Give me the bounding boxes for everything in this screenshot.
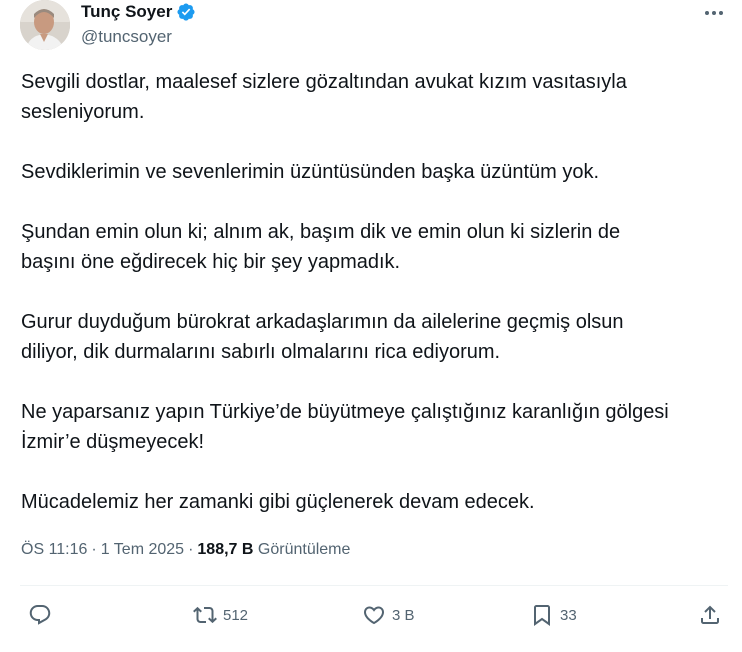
like-count: 3 B	[392, 606, 415, 624]
share-icon	[698, 603, 722, 627]
tweet-paragraph: Ne yaparsanız yapın Türkiye’de büyütmeye…	[21, 401, 669, 453]
tweet-paragraph: Sevgili dostlar, maalesef sizlere gözalt…	[21, 71, 627, 123]
action-bar: 512 3 B 33	[0, 598, 742, 632]
like-icon	[362, 603, 386, 627]
repost-button[interactable]: 512	[193, 598, 248, 632]
repost-count: 512	[223, 606, 249, 624]
tweet-paragraph: Sevdiklerimin ve sevenlerimin üzüntüsünd…	[21, 161, 600, 183]
author-name-row: Tunç Soyer	[81, 2, 196, 22]
bookmark-count: 33	[560, 606, 577, 624]
tweet-paragraph: Gurur duyduğum bürokrat arkadaşlarımın d…	[21, 311, 624, 363]
meta-separator: ·	[188, 541, 194, 558]
views-count: 188,7 B	[197, 541, 254, 558]
meta-separator: ·	[91, 541, 97, 558]
author-handle[interactable]: @tuncsoyer	[81, 27, 172, 47]
bookmark-button[interactable]: 33	[530, 598, 577, 632]
avatar-image	[20, 0, 70, 50]
author-display-name[interactable]: Tunç Soyer	[81, 2, 172, 22]
tweet-paragraph: Mücadelemiz her zamanki gibi güçlenerek …	[21, 491, 535, 513]
bookmark-icon	[530, 603, 554, 627]
tweet-detail: Tunç Soyer @tuncsoyer Sevgili dostlar, m…	[0, 0, 742, 652]
views-label: Görüntüleme	[257, 541, 351, 558]
tweet-meta: ÖS 11:16 · 1 Tem 2025 · 188,7 B Görüntüleme	[21, 540, 350, 560]
tweet-date[interactable]: 1 Tem 2025	[101, 541, 184, 558]
reply-button[interactable]	[28, 598, 52, 632]
verified-badge-icon[interactable]	[176, 2, 196, 22]
tweet-text: Sevgili dostlar, maalesef sizlere gözalt…	[21, 67, 721, 547]
share-button[interactable]	[698, 598, 722, 632]
avatar[interactable]	[20, 0, 70, 50]
repost-icon	[193, 603, 217, 627]
tweet-time[interactable]: ÖS 11:16	[21, 541, 87, 558]
like-button[interactable]: 3 B	[362, 598, 415, 632]
reply-icon	[28, 603, 52, 627]
more-options-icon[interactable]	[702, 4, 726, 22]
divider	[20, 585, 728, 586]
tweet-paragraph: Şundan emin olun ki; alnım ak, başım dik…	[21, 221, 621, 273]
